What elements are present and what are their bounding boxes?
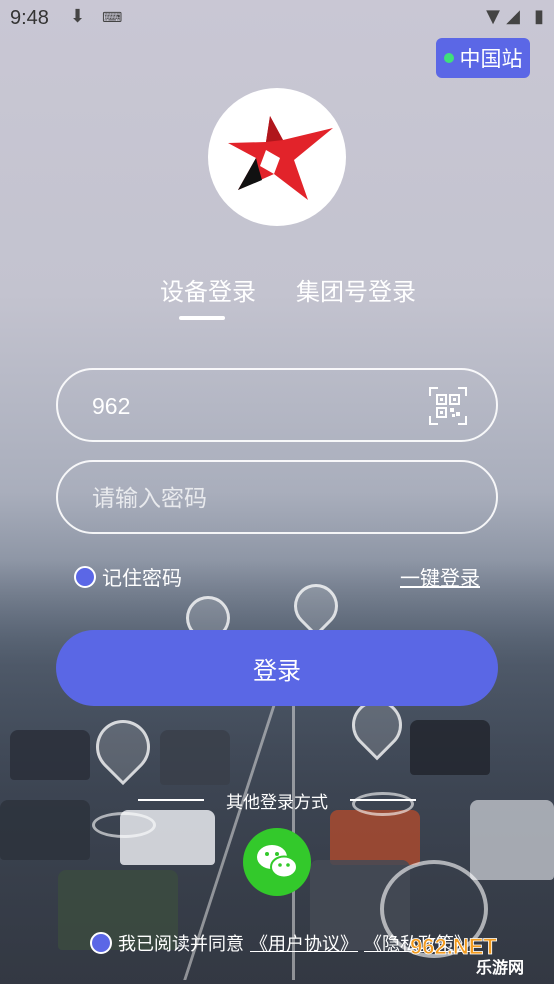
signal-icon: ◢ — [506, 6, 520, 27]
active-tab-indicator — [179, 316, 225, 320]
svg-text:962.NET: 962.NET — [410, 934, 497, 959]
app-logo — [208, 88, 346, 226]
password-input[interactable] — [90, 462, 434, 534]
agreement-prefix: 我已阅读并同意 — [118, 934, 244, 955]
site-watermark-logo: 962.NET 乐游网 — [406, 930, 546, 977]
svg-text:乐游网: 乐游网 — [476, 958, 524, 976]
star-logo-icon — [228, 116, 333, 200]
status-time: 9:48 — [10, 7, 49, 29]
battery-icon: ▮ — [534, 6, 544, 27]
qr-scan-icon[interactable] — [428, 386, 468, 426]
tab-device-login[interactable]: 设备登录 — [160, 272, 256, 307]
status-bar: 9:48 ⬇ ⌨ ▼ ◢ ▮ — [0, 0, 554, 36]
user-agreement-link[interactable]: 《用户协议》 — [250, 930, 358, 956]
location-pin-icon — [84, 708, 162, 786]
keyboard-icon: ⌨ — [102, 10, 123, 26]
agreement-radio[interactable] — [90, 932, 112, 954]
online-dot-icon — [443, 53, 454, 63]
one-key-login-link[interactable]: 一键登录 — [400, 562, 480, 591]
remember-password-option[interactable]: 记住密码 — [74, 562, 182, 591]
password-field — [56, 460, 498, 534]
wifi-icon: ▼ — [486, 6, 500, 27]
wechat-login-button[interactable] — [243, 828, 311, 896]
wechat-icon — [257, 845, 298, 879]
region-label: 中国站 — [459, 47, 523, 71]
device-number-input[interactable] — [90, 370, 434, 442]
car-image — [410, 720, 490, 775]
location-ring-icon — [92, 812, 156, 838]
remember-radio[interactable] — [74, 565, 96, 588]
car-image — [160, 730, 230, 785]
login-tabs: 设备登录 集团号登录 — [0, 272, 554, 332]
remember-label: 记住密码 — [102, 566, 182, 590]
divider-line — [350, 799, 416, 801]
location-pin-icon — [284, 574, 348, 638]
region-switch-button[interactable]: 中国站 — [436, 38, 530, 78]
car-image — [330, 810, 420, 865]
other-login-section: 其他登录方式 — [0, 788, 554, 813]
other-login-title: 其他登录方式 — [226, 793, 328, 813]
watermark-logo-icon: 962.NET 乐游网 — [410, 934, 524, 977]
tab-group-login[interactable]: 集团号登录 — [296, 272, 416, 307]
login-button[interactable]: 登录 — [56, 630, 498, 706]
device-number-field — [56, 368, 498, 442]
background-traffic-scene — [0, 560, 554, 984]
car-image — [10, 730, 90, 780]
divider-line — [138, 799, 204, 801]
download-icon: ⬇ — [70, 6, 86, 27]
